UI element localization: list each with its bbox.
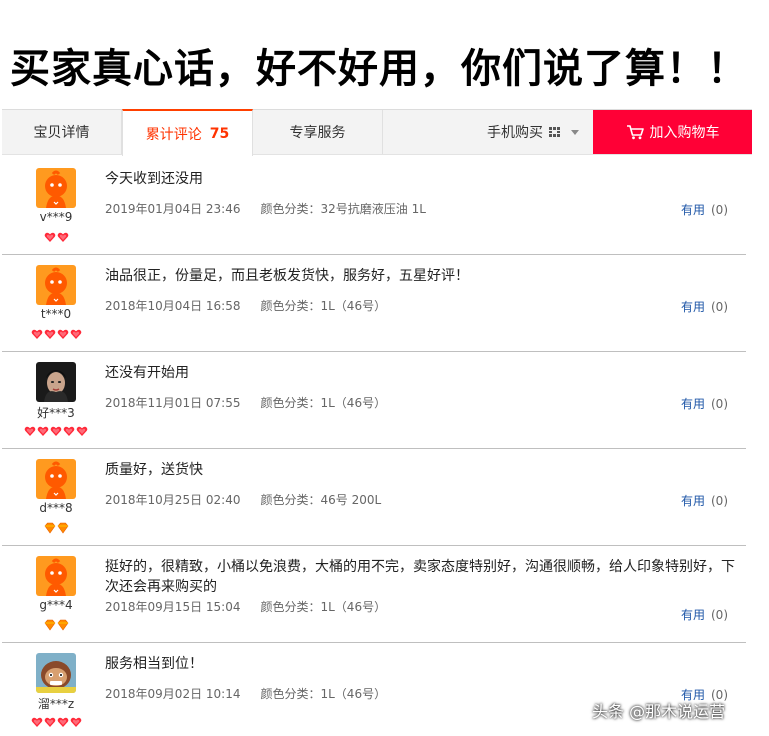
avatar[interactable] — [36, 653, 76, 693]
reviewer-level-badges — [12, 519, 100, 534]
cart-icon — [626, 125, 644, 140]
reviewer-level-badges — [12, 325, 100, 339]
review-spec: 颜色分类：1L（46号） — [260, 299, 387, 313]
heart-icon — [57, 325, 69, 339]
heart-icon — [70, 713, 82, 727]
diamond-icon — [44, 616, 56, 631]
review-spec: 颜色分类：46号 200L — [260, 493, 382, 507]
avatar[interactable] — [36, 265, 76, 305]
useful-button[interactable]: 有用 (0) — [681, 298, 728, 315]
heart-icon — [57, 228, 69, 242]
review-spec: 颜色分类：1L（46号） — [260, 600, 387, 614]
heart-icon — [44, 228, 56, 242]
heart-icon — [76, 422, 88, 436]
heart-icon — [44, 713, 56, 727]
useful-count: (0) — [711, 300, 728, 314]
useful-label: 有用 — [680, 608, 705, 622]
product-tabbar: 宝贝详情 累计评论 75 专享服务 手机购买 加入购物车 — [2, 109, 752, 156]
review-item: v***9 今天收到还没用 2019年01月04日 23:46 颜色分类：32号抗磨液… — [2, 158, 746, 255]
review-meta: 2018年10月04日 16:58 颜色分类：1L（46号） — [105, 297, 386, 314]
tabbar-spacer — [383, 110, 473, 154]
review-meta: 2018年09月02日 10:14 颜色分类：1L（46号） — [105, 685, 386, 702]
useful-label: 有用 — [680, 494, 705, 508]
heart-icon — [57, 713, 69, 727]
add-to-cart-label: 加入购物车 — [649, 125, 720, 141]
useful-label: 有用 — [680, 300, 705, 314]
review-item: g***4 挺好的，很精致，小桶以免浪费，大桶的用不完，卖家态度特别好，沟通很顺畅… — [2, 546, 746, 643]
reviewer-name: d***8 — [39, 501, 73, 515]
review-meta: 2018年11月01日 07:55 颜色分类：1L（46号） — [105, 394, 386, 411]
review-item: d***8 质量好，送货快 2018年10月25日 02:40 颜色分类：46号 20… — [2, 449, 746, 546]
reviewer-level-badges — [12, 228, 100, 242]
heart-icon — [31, 325, 43, 339]
tab-reviews-count: 75 — [209, 125, 230, 142]
reviewer-name: t***0 — [40, 307, 72, 321]
review-spec: 颜色分类：1L（46号） — [260, 687, 387, 701]
mobile-buy-dropdown[interactable]: 手机购买 — [473, 110, 593, 154]
review-date: 2019年01月04日 23:46 — [105, 202, 241, 216]
review-content: 还没有开始用 — [105, 365, 189, 381]
useful-count: (0) — [711, 608, 728, 622]
review-item: t***0 油品很正，份量足，而且老板发货快，服务好，五星好评！ 2018年10月0… — [2, 255, 746, 352]
diamond-icon — [44, 519, 56, 534]
useful-button[interactable]: 有用 (0) — [681, 395, 728, 412]
chevron-down-icon — [571, 129, 579, 135]
avatar[interactable] — [36, 556, 76, 596]
mobile-buy-label: 手机购买 — [487, 125, 543, 141]
review-spec: 颜色分类：32号抗磨液压油 1L — [260, 202, 426, 216]
review-date: 2018年10月04日 16:58 — [105, 299, 241, 313]
tab-product-detail[interactable]: 宝贝详情 — [2, 110, 122, 154]
useful-button[interactable]: 有用 (0) — [681, 606, 728, 623]
review-meta: 2019年01月04日 23:46 颜色分类：32号抗磨液压油 1L — [105, 200, 426, 217]
reviewer-name: 好***3 — [37, 406, 75, 420]
review-content: 油品很正，份量足，而且老板发货快，服务好，五星好评！ — [105, 268, 469, 284]
avatar[interactable] — [36, 168, 76, 208]
review-date: 2018年09月02日 10:14 — [105, 687, 241, 701]
reviewer-level-badges — [12, 713, 100, 727]
review-spec: 颜色分类：1L（46号） — [260, 396, 387, 410]
useful-label: 有用 — [680, 397, 705, 411]
tab-exclusive-service[interactable]: 专享服务 — [253, 110, 383, 154]
heart-icon — [50, 422, 62, 436]
heart-icon — [70, 325, 82, 339]
diamond-icon — [57, 616, 69, 631]
avatar[interactable] — [36, 459, 76, 499]
review-content: 今天收到还没用 — [105, 171, 203, 187]
review-list: v***9 今天收到还没用 2019年01月04日 23:46 颜色分类：32号抗磨液… — [2, 158, 746, 736]
review-item: 溜***z 服务相当到位！ 2018年09月02日 10:14 颜色分类：1L（46号… — [2, 643, 746, 736]
qrcode-icon — [549, 127, 560, 137]
reviewer-level-badges — [12, 616, 100, 631]
heart-icon — [37, 422, 49, 436]
heart-icon — [63, 422, 75, 436]
reviewer-name: g***4 — [39, 598, 73, 612]
useful-label: 有用 — [680, 203, 705, 217]
review-item: 好***3 还没有开始用 2018年11月01日 07:55 颜色分类：1L（46号）… — [2, 352, 746, 449]
tab-reviews[interactable]: 累计评论 75 — [122, 109, 253, 156]
heart-icon — [31, 713, 43, 727]
useful-button[interactable]: 有用 (0) — [681, 492, 728, 509]
useful-button[interactable]: 有用 (0) — [681, 201, 728, 218]
watermark: 头条 @那木说运营 — [592, 702, 726, 721]
heart-icon — [44, 325, 56, 339]
reviewer-name: 溜***z — [37, 697, 75, 711]
review-meta: 2018年10月25日 02:40 颜色分类：46号 200L — [105, 491, 381, 508]
diamond-icon — [57, 519, 69, 534]
review-date: 2018年09月15日 15:04 — [105, 600, 241, 614]
add-to-cart-button[interactable]: 加入购物车 — [593, 110, 752, 154]
tab-reviews-label: 累计评论 — [145, 126, 202, 143]
review-date: 2018年10月25日 02:40 — [105, 493, 241, 507]
page-headline: 买家真心话，好不好用，你们说了算！！ — [10, 46, 748, 92]
review-content: 质量好，送货快 — [105, 462, 203, 478]
review-content: 服务相当到位！ — [105, 656, 203, 672]
review-content: 挺好的，很精致，小桶以免浪费，大桶的用不完，卖家态度特别好，沟通很顺畅，给人印象… — [105, 559, 735, 595]
useful-count: (0) — [711, 397, 728, 411]
useful-count: (0) — [711, 494, 728, 508]
review-meta: 2018年09月15日 15:04 颜色分类：1L（46号） — [105, 598, 386, 615]
reviewer-level-badges — [12, 422, 100, 436]
reviewer-name: v***9 — [39, 210, 73, 224]
review-date: 2018年11月01日 07:55 — [105, 396, 241, 410]
useful-count: (0) — [711, 203, 728, 217]
heart-icon — [24, 422, 36, 436]
avatar[interactable] — [36, 362, 76, 402]
